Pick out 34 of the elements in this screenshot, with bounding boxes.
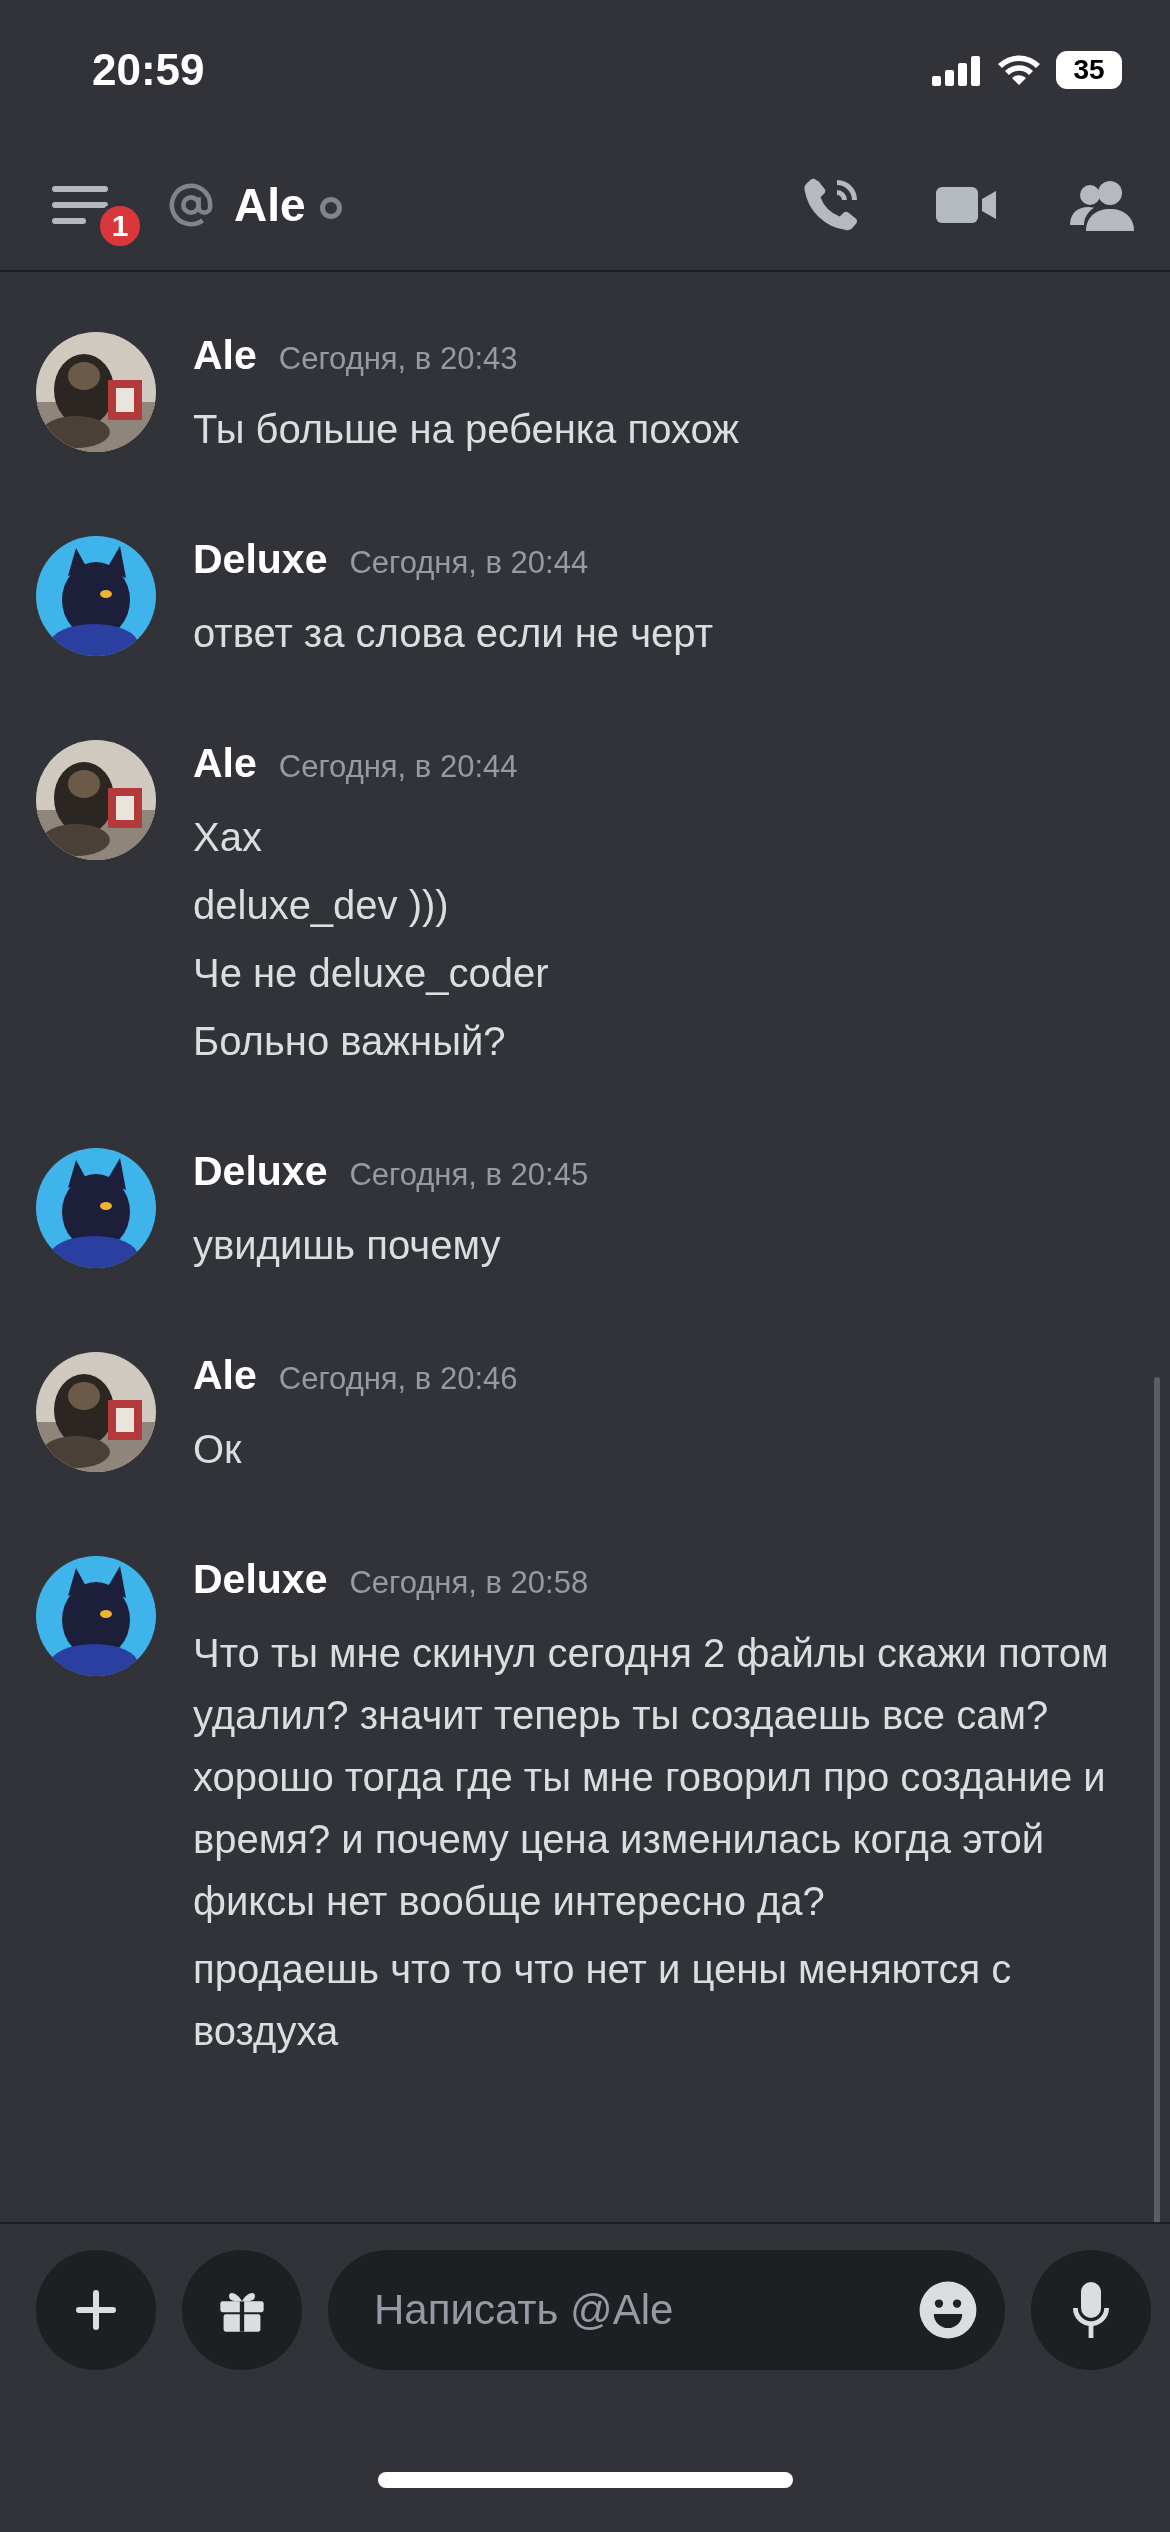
at-icon [168,182,214,228]
scrollbar[interactable] [1154,1377,1160,2222]
author-name[interactable]: Deluxe [193,536,328,583]
clock: 20:59 [92,45,205,95]
timestamp: Сегодня, в 20:45 [349,1157,589,1193]
message-text: Ок [193,1426,243,1473]
author-name[interactable]: Deluxe [193,1556,328,1603]
timestamp: Сегодня, в 20:46 [278,1361,518,1397]
message-text: Больно важный? [193,1018,507,1065]
message-text: увидишь почему [193,1222,502,1269]
timestamp: Сегодня, в 20:58 [349,1565,589,1601]
timestamp: Сегодня, в 20:44 [278,749,518,785]
signal-icon [932,54,982,86]
message-text: продаешь что то что нет и цены меняются с воздуха [193,1946,1013,2055]
plus-icon [74,2288,118,2332]
channel-title: Ale [234,178,306,232]
message-input[interactable]: Написать @Ale [372,2285,917,2335]
timestamp: Сегодня, в 20:43 [278,341,518,377]
message-text: deluxe_dev ))) [193,882,450,929]
message-text: ответ за слова если не черт [193,610,713,657]
input-pill[interactable]: Написать @Ale [328,2250,1005,2370]
author-name[interactable]: Ale [193,1352,257,1399]
message-text: Ты больше на ребенка похож [193,406,740,453]
author-name[interactable]: Deluxe [193,1148,328,1195]
timestamp: Сегодня, в 20:44 [349,545,589,581]
message-text: Че не deluxe_coder [193,950,549,997]
wifi-icon [996,53,1042,87]
message-text: Что ты мне скинул сегодня 2 файлы скажи потом удалил? значит теперь ты создаешь все сам? хорошо тогда где ты мне говорил про создание и время? и почему цена изменилась когда этой фиксы нет вообще интересно да? [193,1630,1110,1925]
microphone-icon [1071,2282,1111,2338]
author-name[interactable]: Ale [193,332,257,379]
battery-level: 35 [1056,51,1122,89]
message-text: Хах [193,814,263,861]
author-name[interactable]: Ale [193,740,257,787]
emoji-icon[interactable] [917,2279,979,2341]
